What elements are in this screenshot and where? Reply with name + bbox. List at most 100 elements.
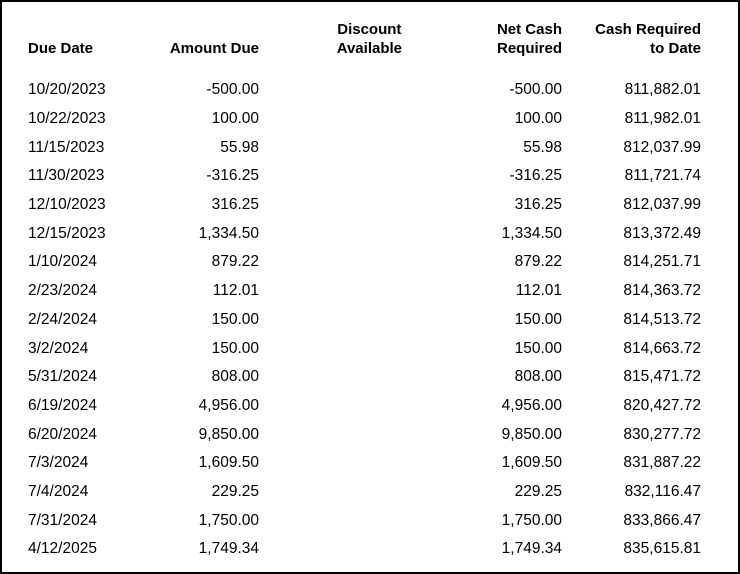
cell-cash-required-to-date: 814,251.71 [623,253,701,271]
cell-discount-available [259,306,401,335]
header-cash-to-date-line2: to Date [650,40,701,57]
cell-discount-available [259,248,401,277]
table-row: 2/24/2024 150.00 150.00 814,513.72 [28,306,701,335]
header-discount-line1: Discount [337,21,402,38]
cell-net-cash-required: 1,334.50 [501,224,562,242]
table-row: 4/12/2025 1,749.34 1,749.34 835,615.81 [28,535,701,564]
cell-amount-due: 879.22 [211,253,259,271]
table-frame: Due Date Amount Due Discount Available Ne… [0,0,740,574]
cell-discount-available [259,105,401,134]
cell-cash-required-to-date: 832,116.47 [624,482,701,500]
cell-discount-available [259,334,401,363]
table-row: 1/10/2024 879.22 879.22 814,251.71 [28,248,701,277]
cell-net-cash-required: 112.01 [515,282,562,300]
cell-cash-required-to-date: 814,663.72 [623,339,701,357]
cell-amount-due: 808.00 [211,368,259,386]
table-body: 10/20/2023 -500.00 -500.00 811,882.01 10/22/… [28,76,701,564]
header-due-date: Due Date [28,40,94,57]
cell-discount-available [259,506,401,535]
cell-cash-required-to-date: 812,037.99 [623,196,701,214]
table-row: 11/15/2023 55.98 55.98 812,037.99 [28,133,701,162]
cell-due-date: 12/15/2023 [28,224,106,242]
cell-discount-available [259,392,401,421]
cell-discount-available [259,277,401,306]
cell-due-date: 7/3/2024 [28,454,89,472]
table-row: 12/15/2023 1,334.50 1,334.50 813,372.49 [28,219,701,248]
cell-cash-required-to-date: 812,037.99 [623,138,701,156]
cell-due-date: 10/22/2023 [28,110,106,128]
cell-due-date: 7/4/2024 [28,482,89,500]
cell-due-date: 3/2/2024 [28,339,89,357]
cell-discount-available [259,535,401,564]
cell-amount-due: 1,750.00 [198,511,259,529]
cell-due-date: 2/23/2024 [28,282,97,300]
cell-amount-due: 1,749.34 [198,540,259,558]
cell-net-cash-required: 1,609.50 [501,454,562,472]
cell-cash-required-to-date: 814,363.72 [623,282,701,300]
cell-cash-required-to-date: 811,882.01 [624,81,701,99]
header-amount-due: Amount Due [169,40,259,57]
cell-cash-required-to-date: 815,471.72 [623,368,701,386]
cell-discount-available [259,420,401,449]
cell-discount-available [259,76,401,105]
cell-net-cash-required: 150.00 [514,310,562,328]
cell-amount-due: -500.00 [206,81,259,99]
header-cash-required-to-date: Cash Required to Date [562,16,701,58]
cell-net-cash-required: 879.22 [514,253,562,271]
cell-discount-available [259,478,401,507]
header-row: Due Date Amount Due Discount Available Ne… [28,16,701,58]
cell-due-date: 11/15/2023 [28,138,105,156]
cell-amount-due: 150.00 [211,310,259,328]
cell-net-cash-required: 229.25 [514,482,562,500]
header-discount-line2: Available [336,40,402,57]
table-row: 7/3/2024 1,609.50 1,609.50 831,887.22 [28,449,701,478]
cell-amount-due: 9,850.00 [198,425,259,443]
cell-due-date: 6/19/2024 [28,396,97,414]
cell-amount-due: 4,956.00 [198,396,259,414]
cell-due-date: 5/31/2024 [28,368,97,386]
header-cash-to-date-line1: Cash Required [595,21,701,38]
cell-due-date: 1/10/2024 [28,253,97,271]
cell-due-date: 12/10/2023 [28,196,106,214]
cell-cash-required-to-date: 811,982.01 [624,110,701,128]
cell-net-cash-required: 1,749.34 [501,540,562,558]
table-row: 7/4/2024 229.25 229.25 832,116.47 [28,478,701,507]
cell-cash-required-to-date: 830,277.72 [623,425,701,443]
cell-due-date: 6/20/2024 [28,425,97,443]
cell-discount-available [259,449,401,478]
cell-amount-due: 1,334.50 [198,224,259,242]
cell-cash-required-to-date: 811,721.74 [624,167,701,185]
table-row: 6/19/2024 4,956.00 4,956.00 820,427.72 [28,392,701,421]
cell-amount-due: 316.25 [211,196,259,214]
cell-net-cash-required: 55.98 [523,138,562,156]
cell-net-cash-required: 316.25 [514,196,562,214]
cell-net-cash-required: -316.25 [509,167,562,185]
cell-due-date: 11/30/2023 [28,167,105,185]
cell-discount-available [259,363,401,392]
header-discount-available: Discount Available [259,16,402,58]
cell-net-cash-required: 4,956.00 [501,396,562,414]
header-net-cash-line2: Required [496,40,562,57]
table-row: 10/20/2023 -500.00 -500.00 811,882.01 [28,76,701,105]
header-net-cash-line1: Net Cash [496,21,562,38]
cell-amount-due: 229.25 [211,482,259,500]
cell-due-date: 2/24/2024 [28,310,97,328]
cell-discount-available [259,191,401,220]
cell-due-date: 4/12/2025 [28,540,97,558]
cell-net-cash-required: 100.00 [514,110,562,128]
cell-amount-due: 112.01 [212,282,259,300]
cell-cash-required-to-date: 813,372.49 [623,224,701,242]
cell-cash-required-to-date: 835,615.81 [623,540,701,558]
cell-discount-available [259,219,401,248]
cell-cash-required-to-date: 831,887.22 [623,454,701,472]
table-row: 12/10/2023 316.25 316.25 812,037.99 [28,191,701,220]
payment-schedule-table: Due Date Amount Due Discount Available Ne… [28,16,701,564]
cell-net-cash-required: 9,850.00 [501,425,562,443]
table-row: 2/23/2024 112.01 112.01 814,363.72 [28,277,701,306]
table-row: 3/2/2024 150.00 150.00 814,663.72 [28,334,701,363]
header-net-cash-required: Net Cash Required [401,16,562,58]
table-row: 10/22/2023 100.00 100.00 811,982.01 [28,105,701,134]
table-row: 11/30/2023 -316.25 -316.25 811,721.74 [28,162,701,191]
table-row: 5/31/2024 808.00 808.00 815,471.72 [28,363,701,392]
cell-amount-due: 100.00 [211,110,259,128]
